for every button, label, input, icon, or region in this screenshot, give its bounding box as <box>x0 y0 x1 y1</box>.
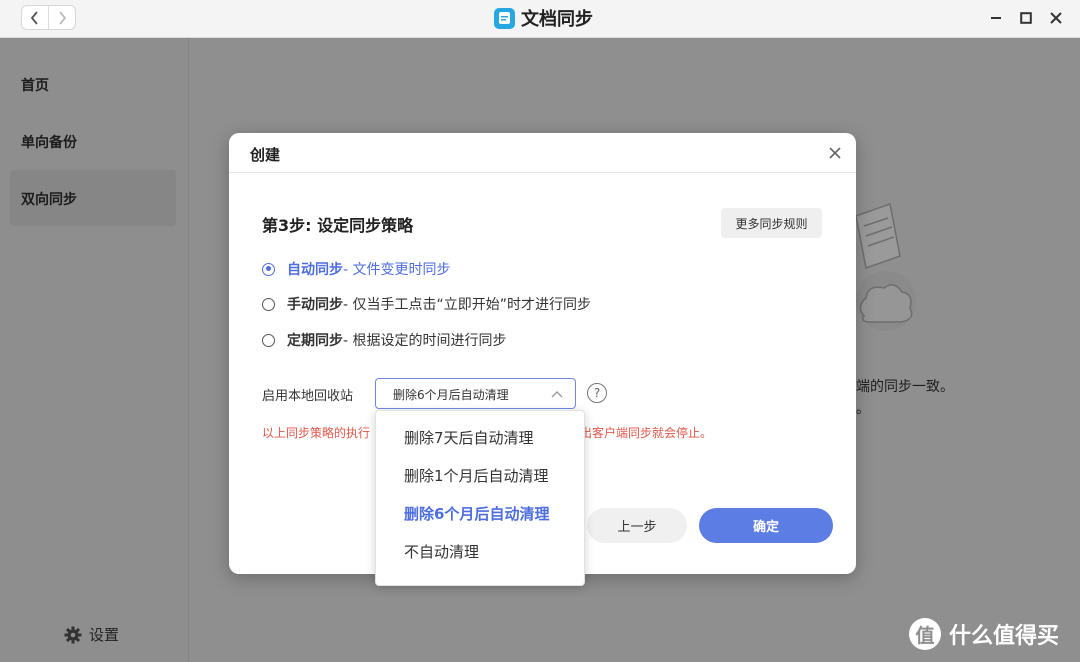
radio-manual-sync-desc: - 仅当手工点击“立即开始”时才进行同步 <box>343 297 592 313</box>
warning-text-right: 出客户端同步就会停止。 <box>580 426 713 440</box>
chevron-right-icon <box>59 10 67 25</box>
settings-button[interactable]: 设置 <box>64 624 119 645</box>
step-title: 第3步: 设定同步策略 <box>262 216 414 235</box>
previous-step-button[interactable]: 上一步 <box>587 508 687 543</box>
dropdown-option-no-cleanup[interactable]: 不自动清理 <box>404 541 479 562</box>
background-description-line1: 端的同步一致。 <box>856 379 954 395</box>
forward-button[interactable] <box>49 6 75 29</box>
radio-scheduled-sync-label: 定期同步 <box>287 333 343 349</box>
radio-manual-sync-label: 手动同步 <box>287 297 343 313</box>
radio-scheduled-sync-desc: - 根据设定的时间进行同步 <box>343 333 507 349</box>
help-icon[interactable]: ? <box>587 383 607 403</box>
dropdown-option-6-months[interactable]: 删除6个月后自动清理 <box>404 503 549 524</box>
maximize-icon <box>1020 12 1032 24</box>
dialog-header: 创建 <box>229 133 856 173</box>
dropdown-option-7-days[interactable]: 删除7天后自动清理 <box>404 427 534 448</box>
back-button[interactable] <box>22 6 48 29</box>
settings-label: 设置 <box>89 626 120 644</box>
close-window-button[interactable] <box>1049 11 1063 25</box>
dropdown-option-1-month[interactable]: 删除1个月后自动清理 <box>404 465 549 486</box>
sidebar-item-one-way-backup[interactable]: 单向备份 <box>21 132 77 152</box>
watermark-icon: 值 <box>909 618 941 650</box>
warning-text-left: 以上同步策略的执行 <box>262 426 371 440</box>
sidebar-item-home[interactable]: 首页 <box>21 75 49 95</box>
recycle-bin-dropdown: 删除7天后自动清理 删除1个月后自动清理 删除6个月后自动清理 不自动清理 <box>375 410 585 586</box>
document-sync-icon <box>494 7 515 29</box>
app-title-text: 文档同步 <box>521 9 593 30</box>
radio-auto-sync[interactable]: 自动同步 - 文件变更时同步 <box>262 259 451 279</box>
recycle-bin-label: 启用本地回收站 <box>262 389 354 404</box>
radio-scheduled-sync[interactable]: 定期同步 - 根据设定的时间进行同步 <box>262 330 507 350</box>
close-icon <box>1050 12 1062 24</box>
confirm-button[interactable]: 确定 <box>699 508 833 543</box>
close-icon[interactable] <box>828 146 842 160</box>
radio-button-checked[interactable] <box>262 262 275 276</box>
radio-manual-sync[interactable]: 手动同步 - 仅当手工点击“立即开始”时才进行同步 <box>262 294 591 314</box>
sidebar-item-two-way-sync[interactable]: 双向同步 <box>21 189 77 209</box>
app-title: 文档同步 <box>494 5 593 31</box>
radio-button[interactable] <box>262 333 275 347</box>
radio-auto-sync-desc: - 文件变更时同步 <box>343 262 451 278</box>
watermark-logo: 值 什么值得买 <box>909 618 1059 650</box>
radio-button[interactable] <box>262 297 275 311</box>
recycle-bin-select-value: 删除6个月后自动清理 <box>393 388 509 402</box>
minimize-icon <box>991 17 1001 19</box>
chevron-up-icon <box>551 391 563 398</box>
chevron-left-icon <box>30 10 38 25</box>
background-description-line2: 。 <box>856 401 870 417</box>
minimize-button[interactable] <box>989 11 1003 25</box>
recycle-bin-select[interactable]: 删除6个月后自动清理 <box>375 378 576 409</box>
watermark-text: 什么值得买 <box>949 624 1060 649</box>
more-sync-rules-button[interactable]: 更多同步规则 <box>721 208 822 238</box>
maximize-button[interactable] <box>1019 11 1033 25</box>
radio-auto-sync-label: 自动同步 <box>287 262 343 278</box>
title-bar: 文档同步 <box>0 0 1080 38</box>
nav-buttons <box>21 5 76 30</box>
dialog-title: 创建 <box>250 146 281 164</box>
gear-icon <box>64 626 82 643</box>
sidebar: 首页 单向备份 双向同步 设置 <box>0 38 189 662</box>
